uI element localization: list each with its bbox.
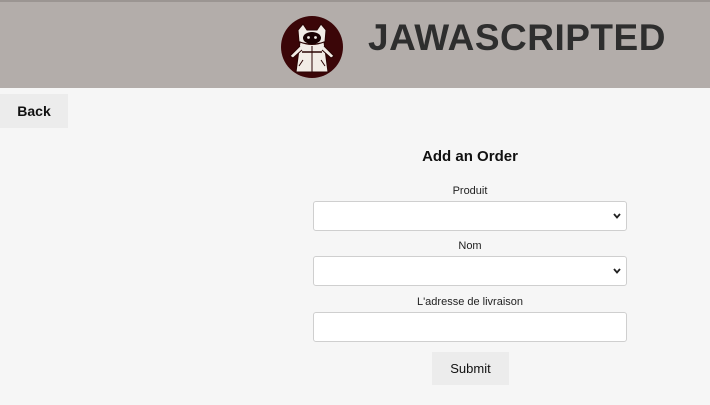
form-title: Add an Order — [422, 148, 518, 165]
back-button[interactable]: Back — [0, 94, 68, 128]
submit-button[interactable]: Submit — [432, 352, 509, 385]
produit-label: Produit — [452, 185, 488, 197]
adresse-label: L'adresse de livraison — [416, 296, 524, 308]
nom-select[interactable] — [313, 256, 627, 286]
adresse-input[interactable] — [313, 312, 627, 342]
hooded-jawa-logo-icon — [281, 16, 343, 78]
chevron-down-icon — [613, 268, 621, 274]
brand-title: JAWASCRIPTED — [368, 17, 666, 58]
app-header: JAWASCRIPTED — [0, 0, 710, 88]
nom-label: Nom — [458, 240, 482, 252]
produit-select[interactable] — [313, 201, 627, 231]
add-order-form: Add an Order Produit Nom L'adresse de li… — [313, 140, 627, 342]
chevron-down-icon — [613, 213, 621, 219]
